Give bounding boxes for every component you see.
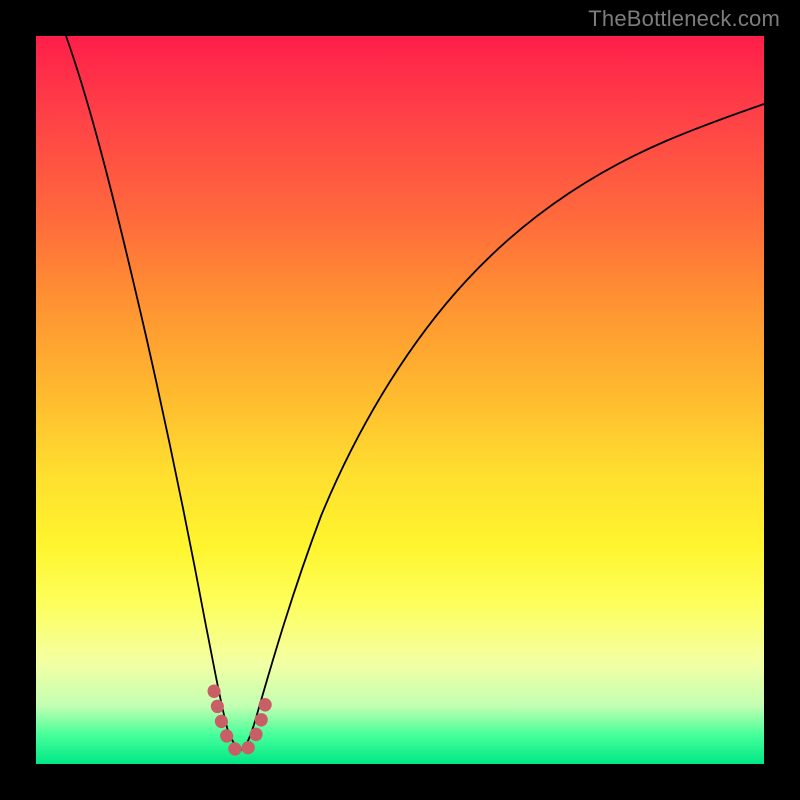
- watermark-text: TheBottleneck.com: [588, 6, 780, 32]
- chart-frame: [36, 36, 764, 764]
- valley-marker: [214, 691, 268, 752]
- bottleneck-plot: [36, 36, 764, 764]
- bottleneck-curve: [66, 36, 764, 750]
